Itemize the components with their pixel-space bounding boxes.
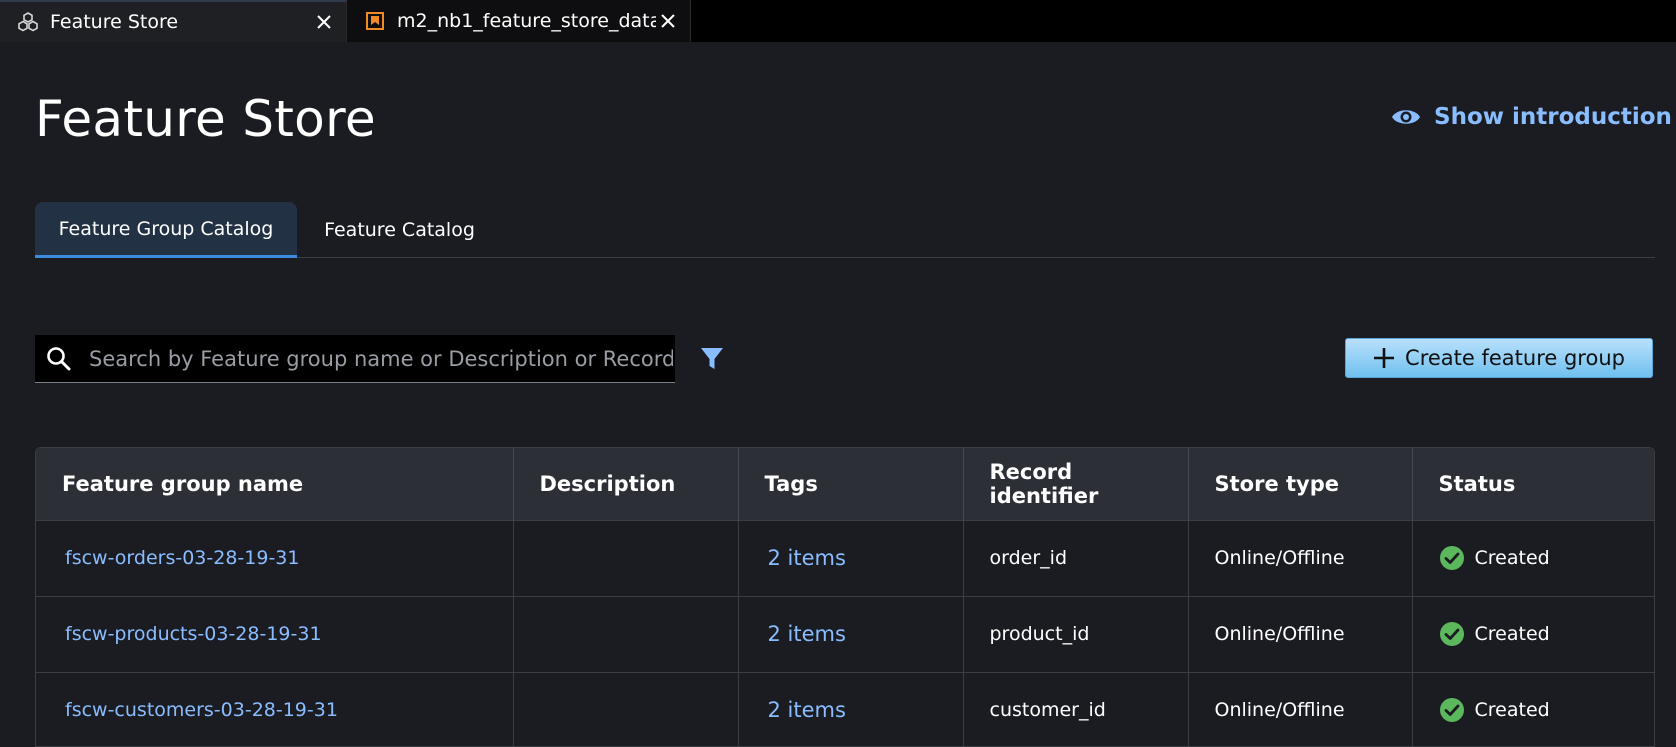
column-header-description[interactable]: Description	[513, 448, 739, 520]
feature-group-name-cell: fscw-products-03-28-19-31	[36, 595, 514, 672]
catalog-tabs: Feature Group Catalog Feature Catalog	[35, 202, 1655, 258]
check-circle-icon	[1439, 622, 1464, 646]
show-introduction-link[interactable]: Show introduction	[1390, 104, 1672, 130]
table-row: fscw-customers-03-28-19-31 2 items custo…	[36, 671, 1654, 746]
filter-button[interactable]	[698, 344, 726, 374]
column-header-store-type[interactable]: Store type	[1188, 448, 1413, 520]
status-cell: Created	[1412, 671, 1654, 746]
plus-icon	[1374, 348, 1395, 368]
eye-icon	[1392, 110, 1420, 124]
column-header-feature-group-name[interactable]: Feature group name	[36, 448, 514, 520]
description-cell	[513, 519, 739, 596]
column-header-record-identifier[interactable]: Record identifier	[963, 448, 1189, 520]
feature-store-icon	[16, 10, 40, 34]
tab-label: m2_nb1_feature_store_dataset	[397, 10, 656, 32]
store-type-cell: Online/Offline	[1188, 519, 1413, 596]
tab-label: Feature Store	[50, 11, 179, 33]
search-input[interactable]	[87, 345, 675, 372]
feature-group-link[interactable]: fscw-orders-03-28-19-31	[62, 547, 299, 569]
filter-icon	[701, 348, 723, 369]
record-identifier-cell: order_id	[963, 519, 1189, 596]
description-cell	[513, 595, 739, 672]
tab-feature-store[interactable]: Feature Store	[0, 0, 347, 42]
status-cell: Created	[1412, 595, 1654, 672]
main-content: Feature Store Show introduction Feature …	[0, 42, 1676, 747]
column-header-status[interactable]: Status	[1412, 448, 1654, 520]
column-header-tags[interactable]: Tags	[738, 448, 964, 520]
feature-group-name-cell: fscw-customers-03-28-19-31	[36, 671, 514, 746]
feature-group-table: Feature group name Description Tags Reco…	[35, 447, 1655, 747]
tab-notebook[interactable]: m2_nb1_feature_store_dataset	[347, 0, 691, 42]
record-identifier-cell: customer_id	[963, 671, 1189, 746]
close-icon[interactable]	[656, 9, 680, 33]
tab-feature-catalog[interactable]: Feature Catalog	[297, 202, 502, 258]
check-circle-icon	[1439, 698, 1464, 722]
status-cell: Created	[1412, 519, 1654, 596]
tags-cell: 2 items	[738, 595, 964, 672]
feature-group-name-cell: fscw-orders-03-28-19-31	[36, 519, 514, 596]
table-header-row: Feature group name Description Tags Reco…	[36, 448, 1654, 520]
table-row: fscw-orders-03-28-19-31 2 items order_id…	[36, 519, 1654, 596]
feature-group-link[interactable]: fscw-products-03-28-19-31	[62, 623, 322, 645]
create-feature-group-label: Create feature group	[1405, 346, 1625, 370]
store-type-cell: Online/Offline	[1188, 671, 1413, 746]
tab-feature-group-catalog[interactable]: Feature Group Catalog	[35, 202, 297, 258]
search-field	[35, 335, 675, 383]
status-label: Created	[1474, 547, 1550, 569]
tags-link[interactable]: 2 items	[765, 546, 846, 570]
tags-link[interactable]: 2 items	[765, 622, 846, 646]
close-icon[interactable]	[312, 10, 336, 34]
store-type-cell: Online/Offline	[1188, 595, 1413, 672]
search-icon	[47, 346, 71, 370]
notebook-icon	[363, 9, 387, 33]
feature-group-link[interactable]: fscw-customers-03-28-19-31	[62, 699, 338, 721]
tags-link[interactable]: 2 items	[765, 698, 846, 722]
create-feature-group-button[interactable]: Create feature group	[1345, 338, 1653, 378]
check-circle-icon	[1439, 546, 1464, 570]
show-introduction-label: Show introduction	[1434, 104, 1672, 130]
description-cell	[513, 671, 739, 746]
tags-cell: 2 items	[738, 671, 964, 746]
tags-cell: 2 items	[738, 519, 964, 596]
record-identifier-cell: product_id	[963, 595, 1189, 672]
editor-tab-strip: Feature Store m2_nb1_feature_store_datas…	[0, 0, 1676, 42]
page-title: Feature Store	[35, 90, 376, 148]
status-label: Created	[1474, 699, 1550, 721]
table-row: fscw-products-03-28-19-31 2 items produc…	[36, 595, 1654, 672]
status-label: Created	[1474, 623, 1550, 645]
